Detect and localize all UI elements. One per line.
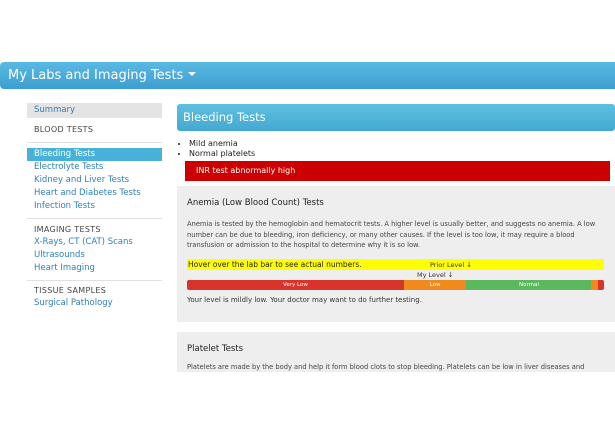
arrow-down-icon: ↓ bbox=[447, 271, 454, 279]
lab-bar-segment[interactable]: Normal bbox=[466, 280, 592, 290]
main-content: Bleeding Tests Mild anemia Normal platel… bbox=[177, 104, 615, 181]
prior-level-marker: Prior Level ↓ bbox=[430, 261, 472, 269]
caret-down-icon bbox=[188, 72, 197, 76]
alert-banner: INR test abnormally high bbox=[185, 161, 610, 181]
sidebar-heading-tissue-samples: TISSUE SAMPLES bbox=[34, 286, 107, 295]
summary-item: Mild anemia bbox=[189, 139, 615, 149]
lab-bar-segment[interactable]: Very Low bbox=[187, 280, 404, 290]
sidebar-item-infection-tests[interactable]: Infection Tests bbox=[27, 200, 162, 213]
sidebar-heading-imaging-tests: IMAGING TESTS bbox=[34, 225, 101, 234]
sidebar-item-bleeding-tests[interactable]: Bleeding Tests bbox=[27, 148, 162, 161]
sidebar-heading-blood-tests: BLOOD TESTS bbox=[34, 125, 94, 134]
lab-bar-segment[interactable]: Low bbox=[403, 280, 467, 290]
sidebar-item-surgical-pathology[interactable]: Surgical Pathology bbox=[27, 297, 162, 310]
my-level-label: My Level bbox=[417, 271, 446, 279]
card-description: Platelets are made by the body and help … bbox=[187, 363, 585, 371]
prior-level-label: Prior Level bbox=[430, 261, 465, 269]
lab-bar-segment[interactable] bbox=[597, 280, 604, 290]
sidebar-item-xrays-ct[interactable]: X-Rays, CT (CAT) Scans bbox=[27, 236, 162, 249]
card-description: Anemia is tested by the hemoglobin and h… bbox=[187, 220, 596, 249]
anemia-card: Anemia (Low Blood Count) Tests Anemia is… bbox=[177, 186, 615, 322]
app-title-dropdown[interactable]: My Labs and Imaging Tests bbox=[8, 67, 197, 84]
app-header: My Labs and Imaging Tests bbox=[0, 62, 615, 89]
arrow-down-icon: ↓ bbox=[466, 261, 473, 269]
my-level-marker: My Level ↓ bbox=[417, 271, 454, 279]
summary-list: Mild anemia Normal platelets bbox=[177, 139, 615, 159]
sidebar-divider bbox=[27, 142, 162, 143]
sidebar-item-kidney-liver-tests[interactable]: Kidney and Liver Tests bbox=[27, 174, 162, 187]
sidebar-item-heart-imaging[interactable]: Heart Imaging bbox=[27, 262, 162, 275]
sidebar-divider bbox=[27, 280, 162, 281]
sidebar-item-electrolyte-tests[interactable]: Electrolyte Tests bbox=[27, 161, 162, 174]
sidebar-item-ultrasounds[interactable]: Ultrasounds bbox=[27, 249, 162, 262]
summary-item: Normal platelets bbox=[189, 149, 615, 159]
card-title: Anemia (Low Blood Count) Tests bbox=[187, 198, 324, 208]
section-title: Bleeding Tests bbox=[177, 104, 615, 131]
sidebar: Summary BLOOD TESTS Bleeding Tests Elect… bbox=[27, 103, 162, 310]
card-title: Platelet Tests bbox=[187, 344, 244, 354]
sidebar-divider bbox=[27, 218, 162, 219]
hover-hint: Hover over the lab bar to see actual num… bbox=[187, 258, 604, 270]
platelet-card: Platelet Tests Platelets are made by the… bbox=[177, 332, 615, 372]
lab-bar[interactable]: Very Low Low Normal bbox=[187, 280, 604, 290]
sidebar-item-heart-diabetes-tests[interactable]: Heart and Diabetes Tests bbox=[27, 187, 162, 200]
result-text: Your level is mildly low. Your doctor ma… bbox=[187, 296, 422, 304]
app-title-text: My Labs and Imaging Tests bbox=[8, 68, 184, 83]
sidebar-item-summary[interactable]: Summary bbox=[27, 103, 162, 118]
